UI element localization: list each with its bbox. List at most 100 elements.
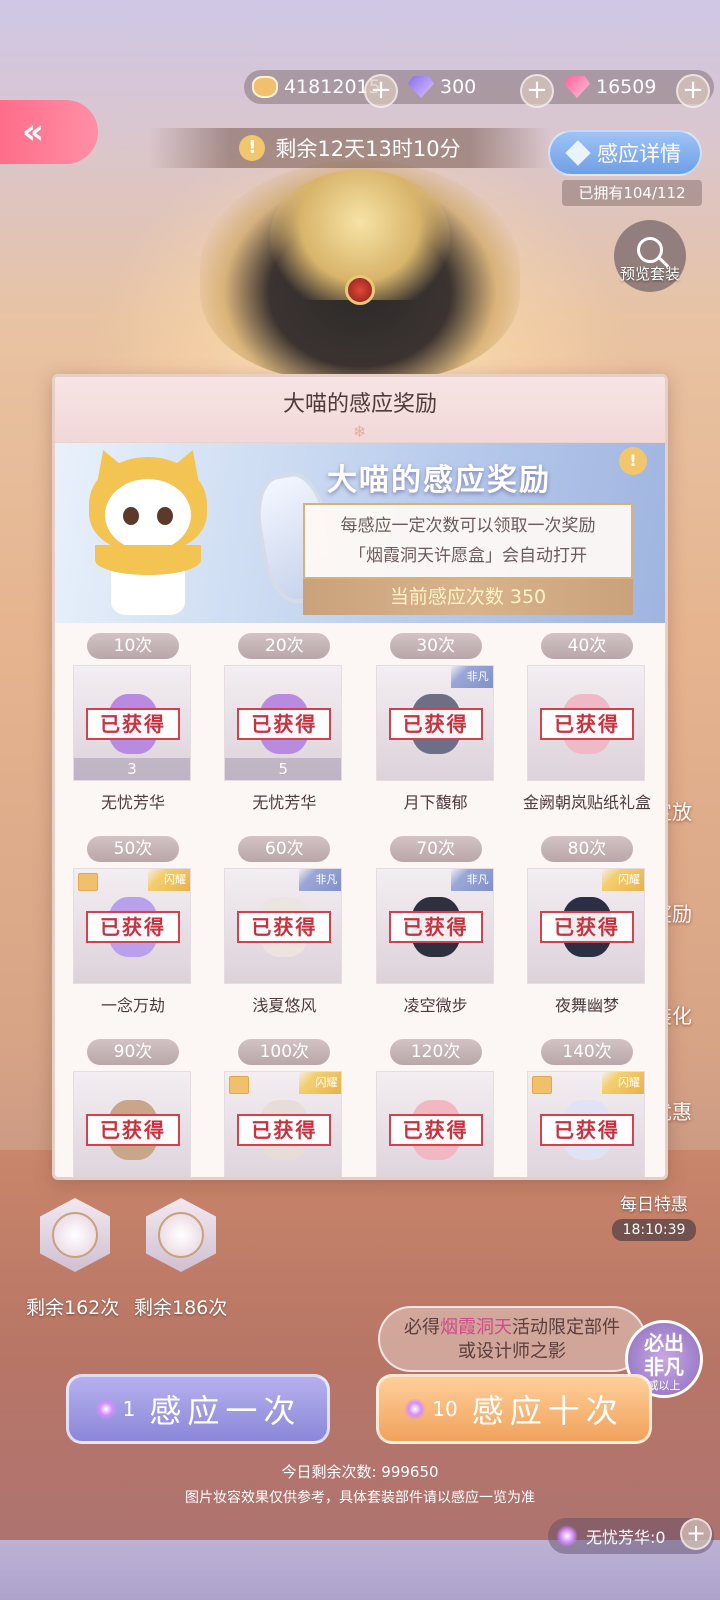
claimed-stamp: 已获得 [237, 1114, 332, 1146]
rarity-ribbon: 闪耀 [601, 1072, 644, 1094]
diamond-shape-icon [565, 140, 591, 166]
reward-item[interactable]: 100次闪耀已获得 [224, 1033, 344, 1177]
diamond-icon [408, 76, 434, 98]
add-flower-button[interactable]: + [680, 1518, 712, 1550]
reward-threshold: 140次 [540, 1039, 633, 1065]
claimed-stamp: 已获得 [86, 708, 180, 740]
rarity-ribbon: 非凡 [450, 666, 493, 688]
reward-threshold: 40次 [540, 633, 633, 659]
claimed-stamp: 已获得 [539, 911, 634, 943]
rarity-ribbon: 非凡 [450, 869, 493, 891]
cat-eye-right [157, 507, 173, 525]
info-icon[interactable]: ! [619, 447, 647, 475]
guarantee-suffix: 活动限定部件 [512, 1317, 620, 1338]
owned-count: 已拥有104/112 [562, 180, 702, 206]
claimed-stamp: 已获得 [86, 911, 180, 943]
exclamation-icon[interactable]: ! [239, 135, 266, 161]
reward-name: 无忧芳华 [100, 793, 165, 812]
reward-threshold: 70次 [389, 836, 482, 862]
gift-icon [531, 1076, 552, 1094]
reward-quantity: 3 [74, 758, 190, 780]
claimed-stamp: 已获得 [539, 1114, 634, 1146]
claimed-stamp: 已获得 [86, 1114, 180, 1146]
banner-description: 每感应一定次数可以领取一次奖励 「烟霞洞天许愿盒」会自动打开 [303, 503, 633, 579]
double-chevron-left-icon: « [22, 112, 44, 152]
reward-item[interactable]: 10次 3 已获得无忧芳华 [73, 627, 193, 830]
add-diamond-button[interactable]: + [520, 74, 554, 108]
remain-count-b: 剩余186次 [134, 1297, 228, 1319]
gem-art [345, 275, 375, 305]
banner-line2: 「烟霞洞天许愿盒」会自动打开 [349, 546, 587, 566]
reward-name: 无忧芳华 [252, 793, 317, 812]
draw-once-button[interactable]: 1 感应一次 [66, 1374, 330, 1444]
draw-once-cost: 1 [122, 1397, 136, 1421]
guarantee-line2: 或设计师之影 [458, 1341, 566, 1362]
reward-thumbnail[interactable]: 闪耀已获得 [224, 1071, 343, 1177]
reward-item[interactable]: 50次闪耀已获得一念万劫 [73, 830, 193, 1033]
rarity-ribbon: 闪耀 [299, 1072, 342, 1094]
diamond-counter: 300 + [400, 74, 556, 108]
flower-currency-label: 无忧芳华:0 [586, 1528, 666, 1547]
currency-bar: 41812015 + 300 + 16509 + [244, 70, 714, 108]
reward-row: 90次 已获得 100次 闪耀 已获得 120次 已获得 140次 闪耀 已获得 [55, 1033, 665, 1177]
reward-thumbnail[interactable]: 闪耀 已获得 [526, 868, 645, 984]
add-coin-button[interactable]: + [364, 74, 398, 108]
daily-deal-timer: 18:10:39 [612, 1219, 696, 1241]
reward-item[interactable]: 140次闪耀已获得 [526, 1033, 647, 1177]
daily-deal[interactable]: 每日特惠 18:10:39 [612, 1190, 696, 1241]
add-crystal-button[interactable]: + [676, 74, 710, 108]
modal-header: 大喵的感应奖励 ❄ [55, 377, 665, 443]
detail-button-label: 感应详情 [597, 142, 681, 166]
induction-detail-button[interactable]: 感应详情 [548, 130, 702, 176]
reward-name: 一念万劫 [100, 996, 165, 1015]
back-button[interactable]: « [0, 100, 98, 164]
cat-mascot [81, 443, 215, 617]
reward-threshold: 20次 [238, 633, 331, 659]
draw-ten-cost: 10 [432, 1397, 458, 1421]
reward-thumbnail[interactable]: 已获得 [526, 665, 645, 781]
reward-item[interactable]: 30次 非凡 已获得 月下馥郁 [375, 627, 496, 830]
reward-threshold: 80次 [540, 836, 633, 862]
flower-currency: 无忧芳华:0 + [548, 1518, 714, 1554]
claimed-stamp: 已获得 [237, 911, 332, 943]
reward-grid: 10次 3 已获得 无忧芳华 20次 5 已获得 无忧芳华 30次 非凡 已获得 月下馥郁 40次 已获得… [55, 627, 665, 1177]
reward-thumbnail[interactable]: 已获得 [375, 1071, 494, 1177]
reward-thumbnail[interactable]: 非凡已获得 [375, 868, 494, 984]
claimed-stamp: 已获得 [237, 708, 332, 740]
cat-face [105, 479, 191, 551]
current-count: 当前感应次数 350 [303, 579, 633, 615]
disclaimer: 图片妆容效果仅供参考，具体套装部件请以感应一览为准 [185, 1490, 535, 1506]
reward-threshold: 100次 [238, 1039, 331, 1065]
cat-coin-icon [252, 76, 278, 98]
reward-thumbnail[interactable]: 已获得 [73, 1071, 191, 1177]
reward-quantity: 5 [225, 758, 342, 780]
portrait-icon [52, 1212, 98, 1258]
timer-text: 剩余12天13时10分 [275, 137, 461, 161]
reward-threshold: 120次 [389, 1039, 482, 1065]
reward-thumbnail[interactable]: 5 已获得 [224, 665, 343, 781]
reward-item[interactable]: 20次 5 已获得无忧芳华 [224, 627, 344, 830]
claimed-stamp: 已获得 [388, 911, 483, 943]
reward-thumbnail[interactable]: 闪耀已获得 [526, 1071, 645, 1177]
reward-modal: 大喵的感应奖励 ❄ 大喵的感应奖励 ! 每感应一定次数可以领取一次奖励 「烟霞洞… [52, 374, 668, 1180]
reward-thumbnail[interactable]: 3 已获得 [73, 665, 191, 781]
reward-threshold: 10次 [87, 633, 179, 659]
reward-threshold: 50次 [87, 836, 179, 862]
reward-thumbnail[interactable]: 非凡 已获得 [375, 665, 494, 781]
reward-item[interactable]: 40次 已获得 金阙朝岚贴纸礼盒 [523, 627, 651, 830]
reward-item[interactable]: 90次 已获得 [73, 1033, 193, 1177]
reward-thumbnail[interactable]: 非凡 已获得 [224, 868, 343, 984]
daily-deal-label: 每日特惠 [620, 1195, 688, 1215]
reward-thumbnail[interactable]: 闪耀已获得 [73, 868, 191, 984]
draw-ten-button[interactable]: 10 感应十次 [376, 1374, 652, 1444]
reward-item[interactable]: 80次闪耀 已获得夜舞幽梦 [526, 830, 647, 1033]
gift-icon [229, 1076, 250, 1094]
cat-eye-left [123, 507, 139, 525]
rarity-ribbon: 闪耀 [148, 869, 190, 891]
diamond-value: 300 [440, 76, 477, 98]
pink-crystal-icon [564, 76, 590, 98]
reward-item[interactable]: 60次 非凡 已获得 浅夏悠风 [224, 830, 344, 1033]
reward-name: 夜舞幽梦 [554, 996, 619, 1015]
reward-item[interactable]: 120次已获得 [375, 1033, 496, 1177]
reward-item[interactable]: 70次 非凡 已获得 凌空微步 [375, 830, 496, 1033]
